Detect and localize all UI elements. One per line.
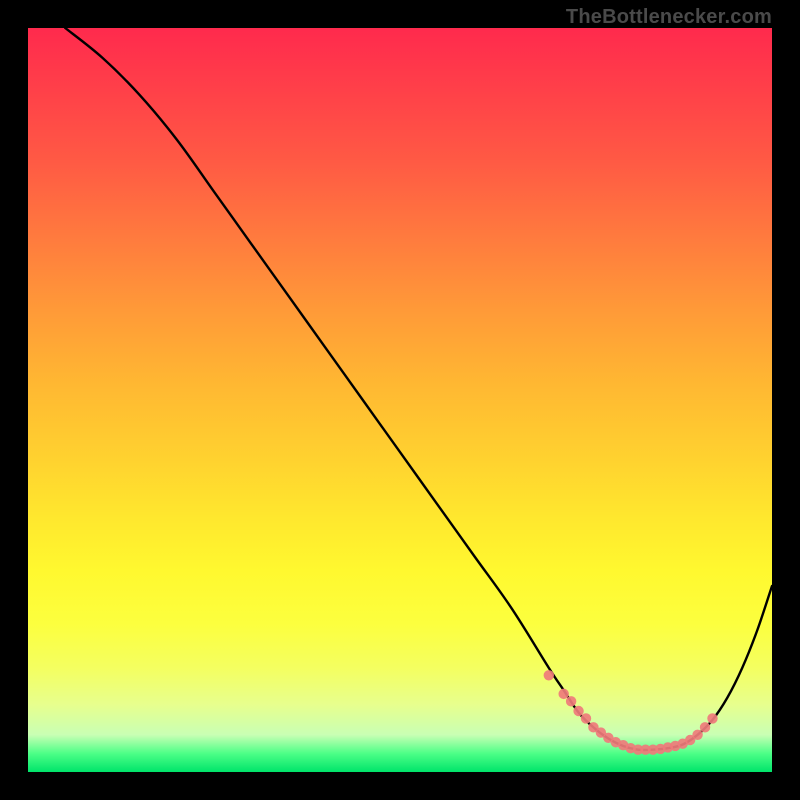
attribution-label: TheBottlenecker.com [566,6,772,29]
marker-dot [558,689,568,699]
highlight-markers [544,670,718,755]
marker-dot [581,713,591,723]
marker-dot [692,730,702,740]
marker-dot [573,706,583,716]
marker-dot [544,670,554,680]
bottleneck-curve [65,28,772,750]
marker-dot [566,696,576,706]
marker-dot [707,713,717,723]
marker-dot [700,722,710,732]
plot-area [28,28,772,772]
chart-frame: TheBottlenecker.com [0,0,800,800]
chart-svg [28,28,772,772]
